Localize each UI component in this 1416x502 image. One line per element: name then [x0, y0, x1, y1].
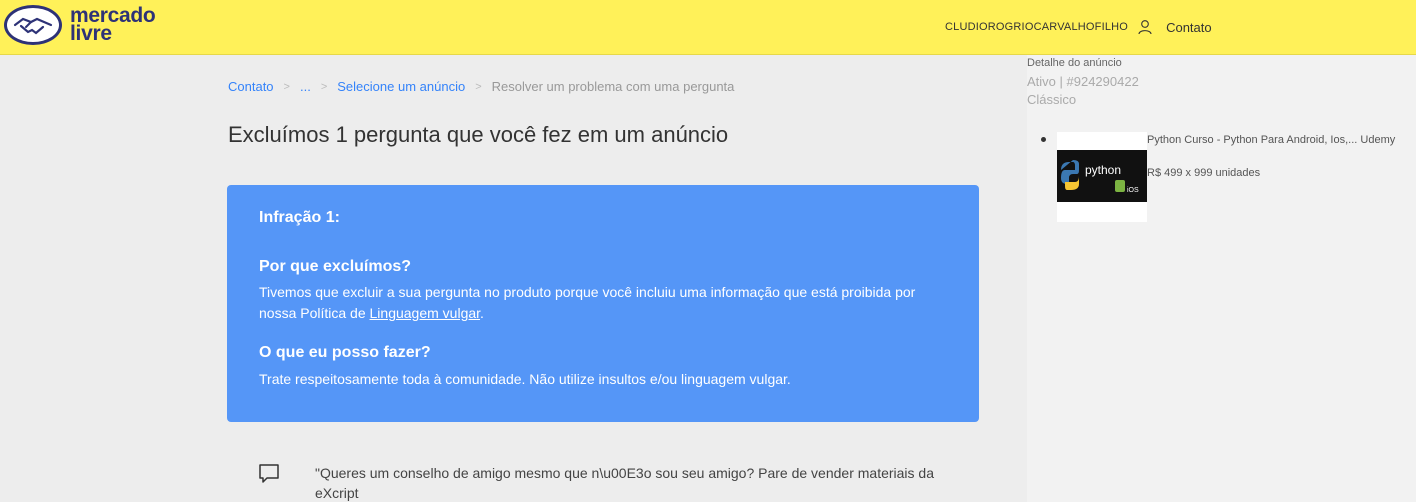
listing-detail-title: Detalhe do anúncio — [1027, 57, 1122, 69]
product-thumbnail[interactable]: python iOS — [1057, 132, 1147, 222]
top-header: mercado livre CLUDIOROGRIOCARVALHOFILHO … — [0, 0, 1416, 55]
listing-detail-sidebar: Detalhe do anúncio Ativo | #924290422 Cl… — [1027, 55, 1416, 502]
breadcrumb-separator: > — [475, 80, 482, 93]
breadcrumb-separator: > — [283, 80, 290, 93]
user-icon[interactable] — [1137, 19, 1153, 35]
logo-line-2: livre — [70, 22, 112, 45]
breadcrumb-current: Resolver um problema com uma pergunta — [491, 79, 735, 94]
what-title: O que eu posso fazer? — [259, 344, 431, 361]
product-price: R$ 499 x 999 unidades — [1147, 167, 1261, 179]
what-text: Trate respeitosamente toda à comunidade.… — [259, 371, 791, 387]
page-title: Excluímos 1 pergunta que você fez em um … — [228, 122, 729, 147]
header-contact-link[interactable]: Contato — [1166, 20, 1212, 35]
breadcrumb-ellipsis[interactable]: ... — [300, 79, 311, 94]
why-text-after: . — [480, 305, 484, 321]
user-name[interactable]: CLUDIOROGRIOCARVALHOFILHO — [945, 21, 1128, 33]
vulgar-language-policy-link[interactable]: Linguagem vulgar — [370, 305, 481, 321]
user-area: CLUDIOROGRIOCARVALHOFILHO Contato — [945, 19, 1212, 35]
why-title: Por que excluímos? — [259, 258, 412, 275]
breadcrumb-select-listing[interactable]: Selecione um anúncio — [337, 79, 465, 94]
breadcrumb-contato[interactable]: Contato — [228, 79, 274, 94]
mercado-livre-logo[interactable]: mercado livre — [4, 5, 156, 45]
logo-wordmark: mercado livre — [70, 5, 156, 45]
python-course-image: python iOS — [1057, 150, 1147, 202]
why-text-before: Tivemos que excluir a sua pergunta no pr… — [259, 284, 916, 321]
handshake-icon — [4, 5, 62, 45]
why-text: Tivemos que excluir a sua pergunta no pr… — [259, 282, 947, 324]
product-title[interactable]: Python Curso - Python Para Android, Ios,… — [1147, 134, 1395, 146]
deleted-question: "Queres um conselho de amigo mesmo que n… — [258, 463, 935, 502]
question-text: "Queres um conselho de amigo mesmo que n… — [315, 465, 934, 501]
breadcrumb-separator: > — [320, 80, 328, 93]
infraction-title: Infração 1: — [259, 209, 340, 226]
listing-status-id: Ativo | #924290422 — [1027, 74, 1139, 89]
listing-type: Clássico — [1027, 92, 1077, 107]
thumb-ios-text: iOS — [1127, 187, 1139, 194]
breadcrumb: Contato > ... > Selecione um anúncio > R… — [228, 79, 734, 94]
speech-bubble-icon — [259, 464, 279, 483]
infraction-card: Infração 1: Por que excluímos? Tivemos q… — [227, 185, 979, 422]
list-bullet — [1041, 137, 1046, 142]
thumb-python-text: python — [1085, 163, 1121, 177]
